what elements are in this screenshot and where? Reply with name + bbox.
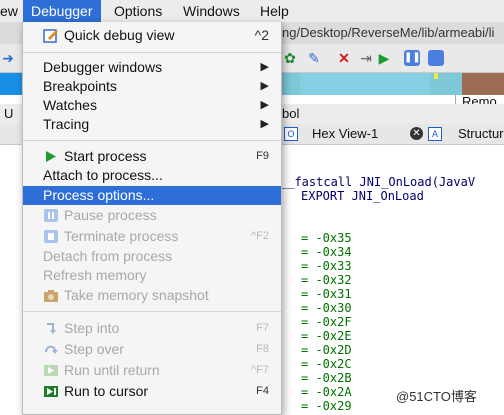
- menu-item-take-memory-snapshot[interactable]: Take memory snapshot: [23, 286, 281, 305]
- code-value: = -0x32: [301, 273, 352, 287]
- menu-item-tracing[interactable]: Tracing ▶: [23, 115, 281, 134]
- menu-item-debugger-windows[interactable]: Debugger windows ▶: [23, 58, 281, 77]
- stop-icon[interactable]: [428, 50, 444, 66]
- tab-left[interactable]: U: [4, 104, 13, 124]
- tab-symbol[interactable]: bol: [282, 104, 299, 124]
- file-path: ng/Desktop/ReverseMe/lib/armeabi/li: [282, 25, 495, 40]
- menu-item-run-until-return[interactable]: Run until return ^F7: [23, 361, 281, 380]
- tab-hex-view[interactable]: Hex View-1: [312, 124, 378, 144]
- debugger-menu: Quick debug view ^2 Debugger windows ▶ B…: [22, 22, 282, 415]
- code-value: = -0x2B: [301, 371, 352, 385]
- menu-item-pause-process[interactable]: Pause process: [23, 206, 281, 225]
- menu-help[interactable]: Help: [252, 0, 297, 22]
- disassembly-view[interactable]: __fastcall JNI_OnLoad(JavaV EXPORT JNI_O…: [280, 145, 504, 414]
- menu-bar: ew Debugger Options Windows Help: [0, 0, 504, 23]
- code-value: = -0x2A: [301, 385, 352, 399]
- code-value: = -0x2F: [301, 315, 352, 329]
- puzzle-icon[interactable]: ✿: [282, 50, 298, 66]
- menu-item-process-options[interactable]: Process options...: [23, 186, 281, 205]
- submenu-arrow-icon: ▶: [260, 118, 269, 130]
- watermark: @51CTO博客: [396, 389, 477, 404]
- submenu-arrow-icon: ▶: [260, 80, 269, 92]
- run-to-cursor-icon: [44, 386, 58, 397]
- code-value: = -0x29: [301, 399, 352, 413]
- quick-debug-icon: [43, 29, 58, 43]
- code-value: = -0x31: [301, 287, 352, 301]
- arrow-icon[interactable]: ➜: [0, 50, 16, 66]
- menu-windows[interactable]: Windows: [175, 0, 248, 22]
- play-icon[interactable]: ▶: [376, 50, 392, 66]
- code-value: = -0x2D: [301, 343, 352, 357]
- menu-item-run-to-cursor[interactable]: Run to cursor F4: [23, 382, 281, 401]
- menu-debugger[interactable]: Debugger: [23, 0, 101, 22]
- menu-item-step-over[interactable]: Step over F8: [23, 340, 281, 359]
- code-line: __fastcall JNI_OnLoad(JavaV: [280, 175, 476, 189]
- submenu-arrow-icon: ▶: [260, 61, 269, 73]
- step-icon[interactable]: ⇥: [358, 50, 374, 66]
- close-breakpoint-icon[interactable]: ✕: [336, 50, 352, 66]
- code-value: = -0x2E: [301, 329, 352, 343]
- close-tab-icon[interactable]: ✕: [410, 127, 423, 140]
- structures-icon: A: [428, 127, 442, 141]
- code-value: = -0x35: [301, 231, 352, 245]
- pause-icon: [44, 209, 58, 222]
- edit-icon[interactable]: ✎: [306, 50, 322, 66]
- menu-item-start-process[interactable]: Start process F9: [23, 147, 281, 166]
- hex-view-icon: O: [284, 127, 298, 141]
- play-icon: [46, 151, 56, 162]
- menu-item-quick-debug-view[interactable]: Quick debug view ^2: [23, 26, 281, 45]
- pause-icon[interactable]: ❚❚: [404, 50, 421, 66]
- code-line: EXPORT JNI_OnLoad: [301, 189, 424, 203]
- menu-item-refresh-memory[interactable]: Refresh memory: [23, 266, 281, 285]
- tab-structures[interactable]: Structur: [458, 124, 504, 144]
- submenu-arrow-icon: ▶: [260, 99, 269, 111]
- menu-item-watches[interactable]: Watches ▶: [23, 96, 281, 115]
- menu-item-terminate-process[interactable]: Terminate process ^F2: [23, 227, 281, 246]
- code-value: = -0x33: [301, 259, 352, 273]
- run-until-return-icon: [44, 365, 58, 376]
- step-over-icon: [45, 345, 58, 354]
- code-value: = -0x2C: [301, 357, 352, 371]
- step-into-icon: [47, 323, 56, 334]
- menu-options[interactable]: Options: [106, 0, 170, 22]
- code-value: = -0x34: [301, 245, 352, 259]
- code-value: = -0x30: [301, 301, 352, 315]
- menu-item-attach-to-process[interactable]: Attach to process...: [23, 166, 281, 185]
- menu-item-step-into[interactable]: Step into F7: [23, 319, 281, 338]
- camera-icon: [44, 290, 58, 302]
- stop-icon: [44, 230, 58, 243]
- menu-item-breakpoints[interactable]: Breakpoints ▶: [23, 77, 281, 96]
- menu-item-detach-from-process[interactable]: Detach from process: [23, 247, 281, 266]
